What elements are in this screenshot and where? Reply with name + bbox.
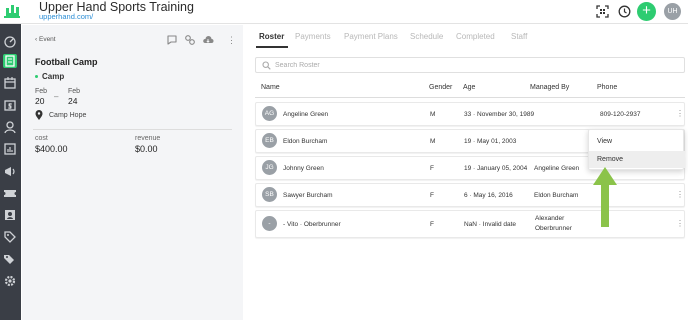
tab-payment-plans[interactable]: Payment Plans [344, 32, 398, 41]
more-options-icon[interactable]: ⋮ [227, 34, 239, 46]
back-link-label: Event [38, 36, 56, 43]
column-header-gender[interactable]: Gender [429, 84, 452, 91]
settings-icon[interactable] [3, 274, 17, 288]
qr-scan-icon[interactable] [596, 5, 609, 18]
row-name: Johnny Green [283, 165, 324, 172]
avatar: AG [262, 106, 277, 121]
tags-icon[interactable] [3, 252, 17, 266]
row-name: Sawyer Burcham [283, 192, 333, 199]
search-bar [255, 57, 685, 73]
row-gender: F [430, 165, 434, 172]
avatar: - [262, 216, 277, 231]
table-row[interactable]: - - Vito · Oberbrunner F NaN · Invalid d… [255, 210, 685, 238]
table-row[interactable]: AG Angeline Green M 33 · November 30, 19… [255, 102, 685, 126]
event-type-dot [35, 75, 38, 78]
row-name: - Vito · Oberbrunner [283, 221, 341, 228]
header-divider [255, 97, 685, 98]
add-button[interactable]: + [637, 2, 656, 21]
clock-icon[interactable] [618, 5, 631, 18]
row-gender: F [430, 192, 434, 199]
avatar: SB [262, 187, 277, 202]
app-url-link[interactable]: upperhand.com/ [39, 12, 93, 21]
more-options-icon[interactable]: ⋮ [676, 109, 684, 119]
divider [33, 129, 232, 130]
column-header-phone[interactable]: Phone [597, 84, 617, 91]
event-title: Football Camp [35, 57, 98, 67]
more-options-icon[interactable]: ⋮ [676, 190, 684, 200]
event-details-panel: ‹ Event ⋮ Football Camp Camp Feb 20 – Fe… [22, 25, 243, 320]
calendar-icon[interactable] [3, 76, 17, 90]
column-header-managed-by[interactable]: Managed By [530, 84, 569, 91]
search-input[interactable] [275, 59, 675, 71]
table-row[interactable]: SB Sawyer Burcham F 6 · May 16, 2016 Eld… [255, 183, 685, 207]
revenue-label: revenue [135, 135, 161, 142]
user-avatar[interactable]: UH [664, 3, 681, 20]
row-name: Eldon Burcham [283, 138, 328, 145]
more-options-icon[interactable]: ⋮ [676, 219, 684, 229]
start-month: Feb [35, 88, 48, 95]
top-bar: Upper Hand Sports Training upperhand.com… [0, 0, 688, 24]
location-pin-icon [35, 110, 43, 120]
avatar: EB [262, 133, 277, 148]
column-header-age[interactable]: Age [463, 84, 475, 91]
event-location: Camp Hope [49, 112, 87, 119]
row-age: NaN · Invalid date [464, 221, 517, 228]
menu-item-view[interactable]: View [589, 133, 685, 150]
ticket-icon[interactable] [3, 186, 17, 200]
pointer-arrow-annotation [593, 167, 617, 227]
row-managed-by-first-line: Alexander [535, 215, 565, 222]
tag-icon[interactable] [3, 230, 17, 244]
end-day: 24 [68, 96, 78, 106]
back-to-event-link[interactable]: ‹ Event [35, 36, 56, 43]
tab-bar: Roster Payments Payment Plans Schedule C… [253, 25, 685, 49]
revenue-value: $0.00 [135, 144, 158, 154]
cost-value: $400.00 [35, 144, 68, 154]
row-age: 19 · January 05, 2004 [464, 165, 528, 172]
end-month: Feb [68, 88, 81, 95]
upper-hand-logo[interactable] [3, 2, 21, 20]
cloud-download-icon[interactable] [202, 34, 214, 46]
tab-payments[interactable]: Payments [295, 32, 331, 41]
calendar-book-icon[interactable] [3, 54, 17, 68]
link-icon[interactable] [184, 34, 196, 46]
row-age: 19 · May 01, 2003 [464, 138, 517, 145]
row-context-menu: View Remove [588, 129, 685, 170]
tab-roster[interactable]: Roster [259, 32, 284, 41]
calendar-dollar-icon[interactable] [3, 98, 17, 112]
row-managed-by: Angeline Green [534, 165, 580, 172]
tab-schedule[interactable]: Schedule [410, 32, 443, 41]
column-header-name[interactable]: Name [261, 84, 280, 91]
event-type: Camp [42, 72, 65, 81]
contacts-icon[interactable] [3, 208, 17, 222]
tab-staff[interactable]: Staff [511, 32, 527, 41]
row-gender: M [430, 111, 436, 118]
roster-main: Roster Payments Payment Plans Schedule C… [253, 25, 688, 320]
left-nav-rail [0, 24, 21, 320]
date-separator: – [54, 92, 59, 101]
row-name: Angeline Green [283, 111, 329, 118]
row-gender: F [430, 221, 434, 228]
avatar: JG [262, 160, 277, 175]
reports-icon[interactable] [3, 142, 17, 156]
search-icon [262, 61, 271, 70]
row-phone: 809-120-2937 [600, 111, 641, 118]
app-window: Upper Hand Sports Training upperhand.com… [0, 0, 688, 320]
row-managed-by-second-line: Oberbrunner [535, 225, 572, 232]
tab-completed[interactable]: Completed [456, 32, 495, 41]
row-age: 6 · May 16, 2016 [464, 192, 513, 199]
active-tab-indicator [256, 46, 288, 48]
events-icon[interactable] [3, 120, 17, 134]
start-day: 20 [35, 96, 45, 106]
row-managed-by: Eldon Burcham [534, 192, 579, 199]
marketing-icon[interactable] [3, 164, 17, 178]
row-age: 33 · November 30, 1989 [464, 111, 535, 118]
chat-icon[interactable] [166, 34, 178, 46]
row-gender: M [430, 138, 436, 145]
dashboard-icon[interactable] [3, 34, 17, 48]
cost-label: cost [35, 135, 48, 142]
